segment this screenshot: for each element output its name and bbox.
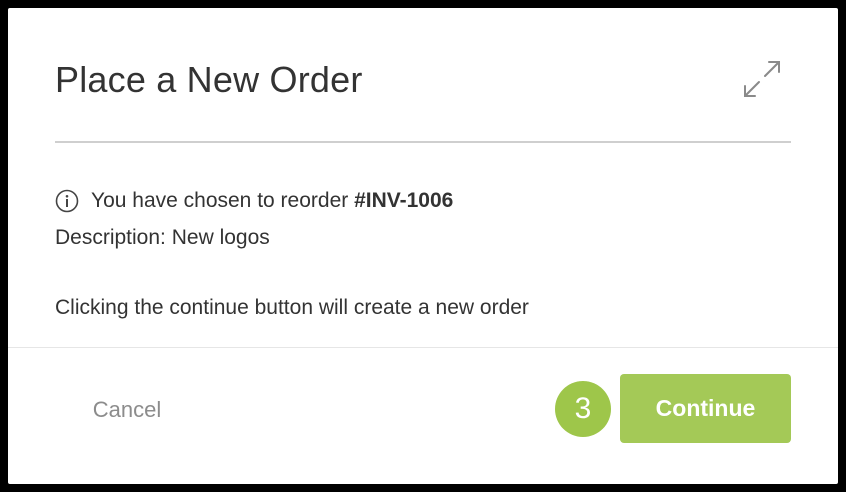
invoice-number: #INV-1006	[354, 189, 454, 212]
description-label: Description:	[55, 226, 166, 249]
footer-divider	[8, 347, 838, 348]
info-text: You have chosen to reorder	[91, 189, 355, 212]
step-number-badge: 3	[555, 381, 611, 437]
dialog-title: Place a New Order	[55, 59, 363, 100]
info-circle-icon	[55, 189, 79, 213]
continue-note: Clicking the continue button will create…	[55, 296, 529, 319]
expand-arrows-icon	[744, 61, 780, 97]
cancel-button[interactable]: Cancel	[68, 375, 186, 445]
description-value: New logos	[171, 226, 270, 249]
continue-button[interactable]: Continue	[620, 374, 791, 443]
description-line: Description: New logos	[55, 225, 270, 251]
expand-icon[interactable]	[741, 58, 783, 100]
header-divider	[55, 141, 791, 143]
place-order-dialog: Place a New Order You have chosen to reo…	[8, 8, 838, 484]
reorder-info: You have chosen to reorder #INV-1006	[55, 188, 453, 214]
